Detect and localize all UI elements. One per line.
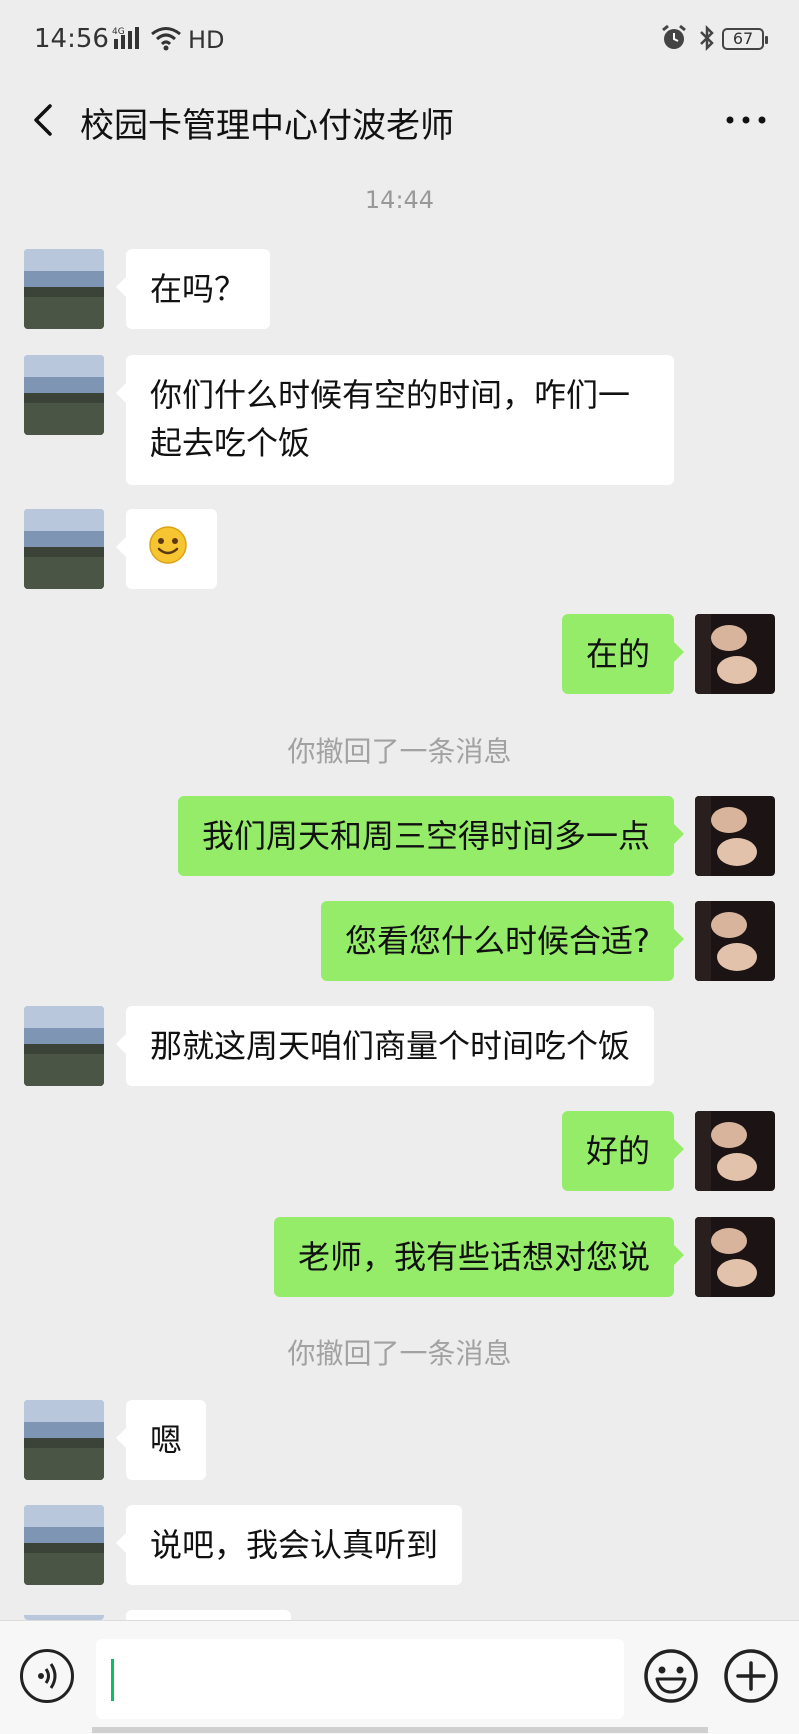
recall-notice: 你撤回了一条消息 bbox=[287, 1337, 512, 1370]
contact-avatar[interactable] bbox=[24, 1610, 104, 1620]
alarm-icon bbox=[662, 24, 686, 49]
message-bubble-in[interactable] bbox=[126, 1610, 291, 1620]
my-avatar[interactable] bbox=[695, 1111, 775, 1191]
my-avatar[interactable] bbox=[695, 1217, 775, 1297]
status-bar: 14:56 4G HD 67 bbox=[0, 0, 799, 80]
signal-icon: 4G bbox=[112, 27, 139, 49]
message-bubble-out[interactable]: 我们周天和周三空得时间多一点 bbox=[177, 796, 685, 876]
plus-icon[interactable] bbox=[722, 1647, 780, 1705]
my-avatar[interactable] bbox=[695, 901, 775, 981]
my-avatar[interactable] bbox=[695, 614, 775, 694]
smile-emoji-icon bbox=[149, 526, 187, 564]
contact-avatar[interactable] bbox=[24, 1505, 104, 1585]
text-caret bbox=[111, 1659, 114, 1701]
gesture-bar bbox=[92, 1727, 708, 1733]
contact-avatar[interactable] bbox=[24, 355, 104, 435]
hd-indicator: HD bbox=[188, 26, 225, 54]
battery-icon: 67 bbox=[722, 28, 768, 50]
status-time: 14:56 bbox=[34, 24, 109, 54]
emoji-icon[interactable] bbox=[642, 1647, 700, 1705]
chat-title: 校园卡管理中心付波老师 bbox=[80, 106, 454, 146]
input-bar bbox=[0, 1620, 799, 1734]
message-bubble-out[interactable]: 您看您什么时候合适? bbox=[321, 901, 684, 981]
message-bubble-in[interactable] bbox=[116, 509, 217, 589]
contact-avatar[interactable] bbox=[24, 509, 104, 589]
message-bubble-out[interactable]: 好的 bbox=[561, 1111, 685, 1191]
message-bubble-out[interactable]: 在的 bbox=[561, 614, 685, 694]
back-icon[interactable] bbox=[24, 100, 64, 140]
wifi-icon bbox=[151, 27, 181, 51]
contact-avatar[interactable] bbox=[24, 1400, 104, 1480]
message-bubble-in[interactable]: 那就这周天咱们商量个时间吃个饭 bbox=[115, 1006, 655, 1086]
message-bubble-in[interactable]: 在吗？ bbox=[115, 249, 271, 329]
bluetooth-icon bbox=[700, 24, 714, 52]
chat-header: 校园卡管理中心付波老师 bbox=[0, 80, 799, 160]
more-icon[interactable] bbox=[716, 100, 776, 140]
timestamp: 14:44 bbox=[364, 186, 435, 214]
contact-avatar[interactable] bbox=[24, 249, 104, 329]
battery-level: 67 bbox=[732, 29, 754, 48]
my-avatar[interactable] bbox=[695, 796, 775, 876]
recall-notice: 你撤回了一条消息 bbox=[287, 735, 512, 768]
message-bubble-out[interactable]: 老师，我有些话想对您说 bbox=[273, 1217, 685, 1297]
message-input[interactable] bbox=[96, 1639, 624, 1719]
message-bubble-in[interactable]: 你们什么时候有空的时间，咋们一起去吃个饭 bbox=[116, 355, 674, 485]
voice-icon[interactable] bbox=[20, 1649, 74, 1703]
message-bubble-in[interactable]: 说吧，我会认真听到 bbox=[115, 1505, 463, 1585]
contact-avatar[interactable] bbox=[24, 1006, 104, 1086]
message-bubble-in[interactable]: 嗯 bbox=[115, 1400, 207, 1480]
message-list[interactable]: 14:44 在吗？ 你们什么时候有空的时间，咋们一起去吃个饭 在的 你撤回了一条… bbox=[0, 160, 799, 1620]
